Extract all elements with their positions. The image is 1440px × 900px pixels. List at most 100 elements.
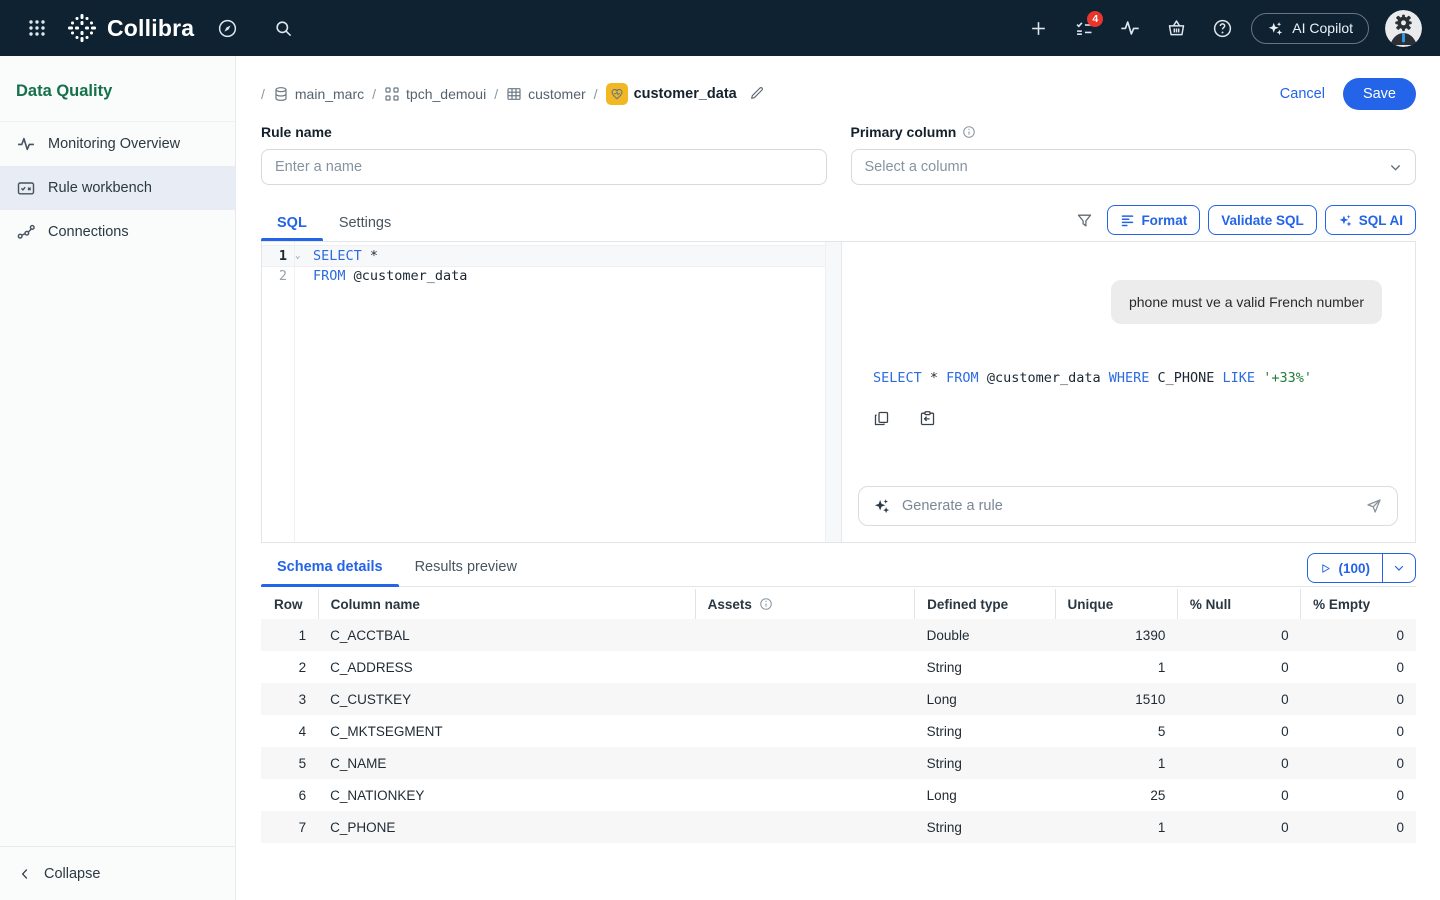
sidebar-item-rule-workbench[interactable]: Rule workbench <box>0 166 235 210</box>
editor-panel: 1 ⌄ SELECT * 2 FROM @customer_data phone… <box>261 241 1416 543</box>
run-row-count: (100) <box>1338 561 1370 576</box>
collibra-logo[interactable]: Collibra <box>66 12 194 44</box>
generate-rule-input[interactable]: Generate a rule <box>858 486 1398 526</box>
header-defined-type[interactable]: Defined type <box>915 589 1055 619</box>
product-name: Collibra <box>107 15 194 42</box>
header-null-pct[interactable]: % Null <box>1177 589 1300 619</box>
table-row[interactable]: 3 C_CUSTKEY Long 1510 0 0 <box>261 683 1416 715</box>
sidebar-collapse-button[interactable]: Collapse <box>0 846 235 900</box>
table-row[interactable]: 5 C_NAME String 1 0 0 <box>261 747 1416 779</box>
ai-sql-suggestion: SELECT * FROM @customer_data WHERE C_PHO… <box>873 370 1312 386</box>
tab-settings[interactable]: Settings <box>323 209 407 241</box>
marketplace-basket-icon[interactable] <box>1157 9 1195 47</box>
info-icon <box>759 597 773 611</box>
send-icon[interactable] <box>1365 497 1383 515</box>
main-content: / main_marc / <box>236 56 1440 900</box>
run-query-button[interactable]: (100) <box>1308 554 1382 582</box>
cell-row: 3 <box>261 683 318 715</box>
ai-copilot-button[interactable]: AI Copilot <box>1251 13 1369 44</box>
cell-assets <box>695 779 915 811</box>
cell-defined-type: Long <box>915 683 1055 715</box>
code-text: FROM @customer_data <box>305 266 467 286</box>
page-title: customer_data <box>634 86 737 102</box>
topbar: Collibra 4 <box>0 0 1440 56</box>
cell-null-pct: 0 <box>1177 619 1300 651</box>
cell-null-pct: 0 <box>1177 715 1300 747</box>
header-empty-pct[interactable]: % Empty <box>1301 589 1416 619</box>
insert-into-editor-icon[interactable] <box>919 410 936 427</box>
activity-pulse-icon[interactable] <box>1111 9 1149 47</box>
breadcrumb-item-current: customer_data <box>606 83 737 105</box>
sparkles-icon <box>1267 20 1284 37</box>
sql-ai-button[interactable]: SQL AI <box>1325 205 1416 235</box>
breadcrumb-label: customer <box>528 86 586 102</box>
cell-assets <box>695 651 915 683</box>
tab-results-preview[interactable]: Results preview <box>399 551 533 586</box>
cancel-button[interactable]: Cancel <box>1280 86 1325 102</box>
tab-sql[interactable]: SQL <box>261 209 323 241</box>
fold-chevron-icon[interactable]: ⌄ <box>295 246 305 266</box>
search-icon[interactable] <box>264 9 302 47</box>
help-icon[interactable] <box>1203 9 1241 47</box>
breadcrumb-item-table[interactable]: customer <box>506 86 586 102</box>
cell-assets <box>695 811 915 843</box>
table-row[interactable]: 6 C_NATIONKEY Long 25 0 0 <box>261 779 1416 811</box>
breadcrumb-separator: / <box>594 86 598 102</box>
header-row[interactable]: Row <box>261 589 318 619</box>
cell-row: 2 <box>261 651 318 683</box>
ai-copilot-label: AI Copilot <box>1292 20 1353 36</box>
rule-name-label: Rule name <box>261 124 827 140</box>
primary-column-select[interactable]: Select a column <box>851 149 1417 185</box>
tab-schema-details[interactable]: Schema details <box>261 551 399 586</box>
sql-editor[interactable]: 1 ⌄ SELECT * 2 FROM @customer_data <box>262 242 841 542</box>
header-assets[interactable]: Assets <box>695 589 915 619</box>
table-row[interactable]: 1 C_ACCTBAL Double 1390 0 0 <box>261 619 1416 651</box>
app-grid-icon[interactable] <box>18 9 56 47</box>
code-line[interactable]: 1 ⌄ SELECT * <box>262 246 841 266</box>
sql-ai-panel: phone must ve a valid French number SELE… <box>841 242 1415 542</box>
schema-icon <box>384 86 400 102</box>
rule-workbench-icon <box>16 178 36 198</box>
rule-name-input[interactable] <box>261 149 827 185</box>
table-row[interactable]: 7 C_PHONE String 1 0 0 <box>261 811 1416 843</box>
primary-column-value: Select a column <box>865 159 968 175</box>
sidebar-item-monitoring-overview[interactable]: Monitoring Overview <box>0 122 235 166</box>
filter-funnel-icon[interactable] <box>1076 212 1093 229</box>
line-number: 1 <box>262 246 294 266</box>
collibra-logo-mark-icon <box>66 12 98 44</box>
save-button[interactable]: Save <box>1343 78 1416 110</box>
cell-column-name: C_NAME <box>318 747 695 779</box>
play-icon <box>1320 563 1331 574</box>
cell-empty-pct: 0 <box>1301 683 1416 715</box>
format-button[interactable]: Format <box>1107 205 1200 235</box>
editor-scrollbar[interactable] <box>825 242 841 542</box>
run-options-caret[interactable] <box>1382 554 1415 582</box>
explore-compass-icon[interactable] <box>208 9 246 47</box>
breadcrumb-item-schema[interactable]: tpch_demoui <box>384 86 486 102</box>
breadcrumb-label: main_marc <box>295 86 364 102</box>
breadcrumb: / main_marc / <box>261 83 765 105</box>
cell-column-name: C_ADDRESS <box>318 651 695 683</box>
sidebar-item-connections[interactable]: Connections <box>0 210 235 254</box>
code-line[interactable]: 2 FROM @customer_data <box>262 266 841 286</box>
table-row[interactable]: 4 C_MKTSEGMENT String 5 0 0 <box>261 715 1416 747</box>
breadcrumb-separator: / <box>261 86 265 102</box>
cell-null-pct: 0 <box>1177 811 1300 843</box>
breadcrumb-item-database[interactable]: main_marc <box>273 86 364 102</box>
header-column-name[interactable]: Column name <box>318 589 695 619</box>
edit-name-icon[interactable] <box>749 85 765 104</box>
table-row[interactable]: 2 C_ADDRESS String 1 0 0 <box>261 651 1416 683</box>
tasks-icon[interactable]: 4 <box>1065 9 1103 47</box>
breadcrumb-label: tpch_demoui <box>406 86 486 102</box>
connections-icon <box>16 222 36 242</box>
create-plus-icon[interactable] <box>1019 9 1057 47</box>
generate-rule-placeholder: Generate a rule <box>902 498 1354 514</box>
copy-icon[interactable] <box>873 410 890 427</box>
sidebar-item-label: Connections <box>48 224 129 240</box>
cell-unique: 5 <box>1055 715 1177 747</box>
user-avatar[interactable] <box>1385 10 1422 47</box>
header-unique[interactable]: Unique <box>1055 589 1177 619</box>
validate-sql-button[interactable]: Validate SQL <box>1208 205 1317 235</box>
sidebar: Data Quality Monitoring Overview Rule wo… <box>0 56 236 900</box>
cell-column-name: C_NATIONKEY <box>318 779 695 811</box>
